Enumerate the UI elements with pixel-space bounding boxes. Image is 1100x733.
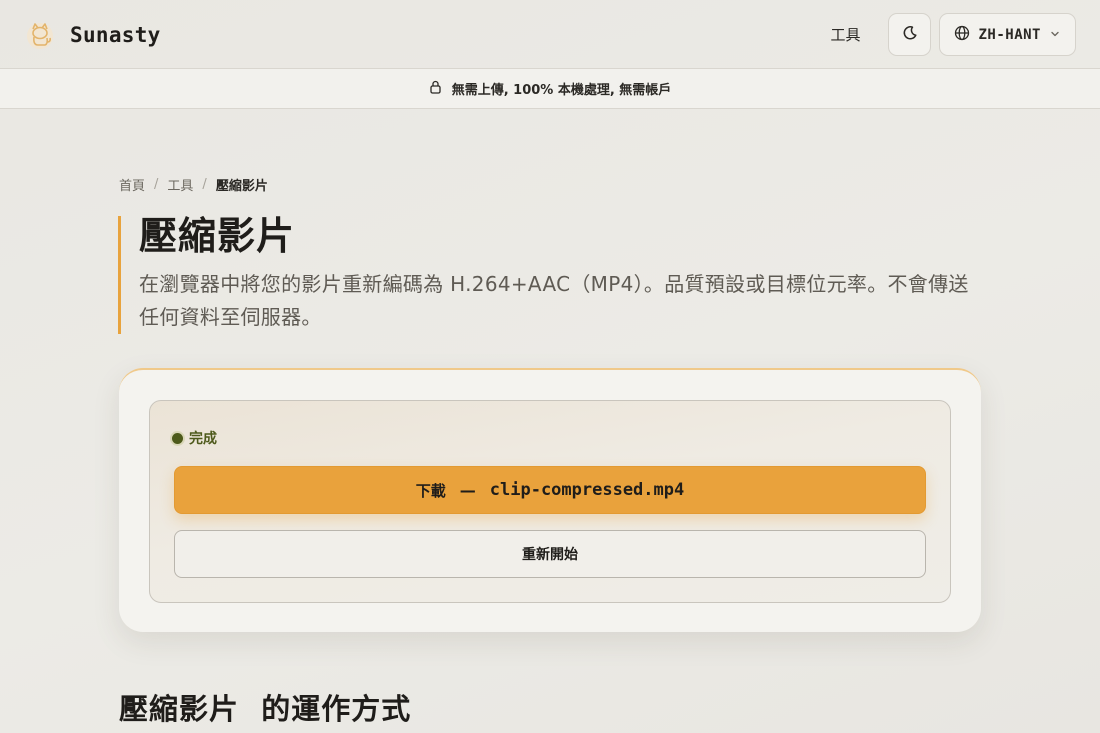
privacy-text: 無需上傳, 100% 本機處理, 無需帳戶: [451, 83, 672, 98]
nav-tools-link[interactable]: 工具: [810, 24, 880, 45]
privacy-banner: 無需上傳, 100% 本機處理, 無需帳戶: [0, 68, 1100, 109]
breadcrumb: 首頁 / 工具 / 壓縮影片: [119, 175, 268, 194]
result-card: 完成 下載 — clip-compressed.mp4 重新開始: [119, 368, 981, 632]
status-dot: [172, 432, 183, 444]
breadcrumb-home[interactable]: 首頁: [119, 175, 145, 194]
status-indicator: 完成: [172, 428, 217, 448]
restart-label: 重新開始: [522, 547, 578, 563]
restart-button[interactable]: 重新開始: [174, 530, 926, 578]
theme-toggle-button[interactable]: [888, 13, 932, 56]
globe-icon: [954, 25, 970, 45]
download-dash: —: [459, 480, 476, 500]
breadcrumb-separator: /: [202, 177, 207, 192]
page-title: 壓縮影片: [139, 214, 296, 258]
top-header: Sunasty 工具 ZH-HANT: [0, 0, 1100, 69]
download-button[interactable]: 下載 — clip-compressed.mp4: [174, 466, 926, 514]
brand-name: Sunasty: [70, 22, 161, 47]
breadcrumb-current: 壓縮影片: [215, 179, 268, 194]
lock-icon: [429, 79, 442, 98]
download-label: 下載: [415, 481, 446, 500]
chevron-down-icon: [1049, 25, 1061, 44]
cat-icon: [24, 19, 56, 51]
language-select[interactable]: ZH-HANT: [939, 13, 1076, 56]
how-it-works-heading: 壓縮影片 的運作方式: [119, 692, 412, 726]
header-actions: 工具 ZH-HANT: [810, 13, 1076, 56]
title-block: 壓縮影片 在瀏覽器中將您的影片重新編碼為 H.264+AAC（MP4）。品質預設…: [118, 216, 978, 334]
status-text: 完成: [189, 431, 217, 447]
result-panel: 完成 下載 — clip-compressed.mp4 重新開始: [149, 400, 951, 603]
language-label: ZH-HANT: [978, 26, 1041, 43]
brand[interactable]: Sunasty: [24, 19, 161, 51]
page-description: 在瀏覽器中將您的影片重新編碼為 H.264+AAC（MP4）。品質預設或目標位元…: [139, 272, 969, 329]
moon-icon: [902, 25, 918, 45]
download-filename: clip-compressed.mp4: [489, 480, 685, 500]
breadcrumb-separator: /: [154, 177, 159, 192]
breadcrumb-tools[interactable]: 工具: [167, 175, 193, 194]
